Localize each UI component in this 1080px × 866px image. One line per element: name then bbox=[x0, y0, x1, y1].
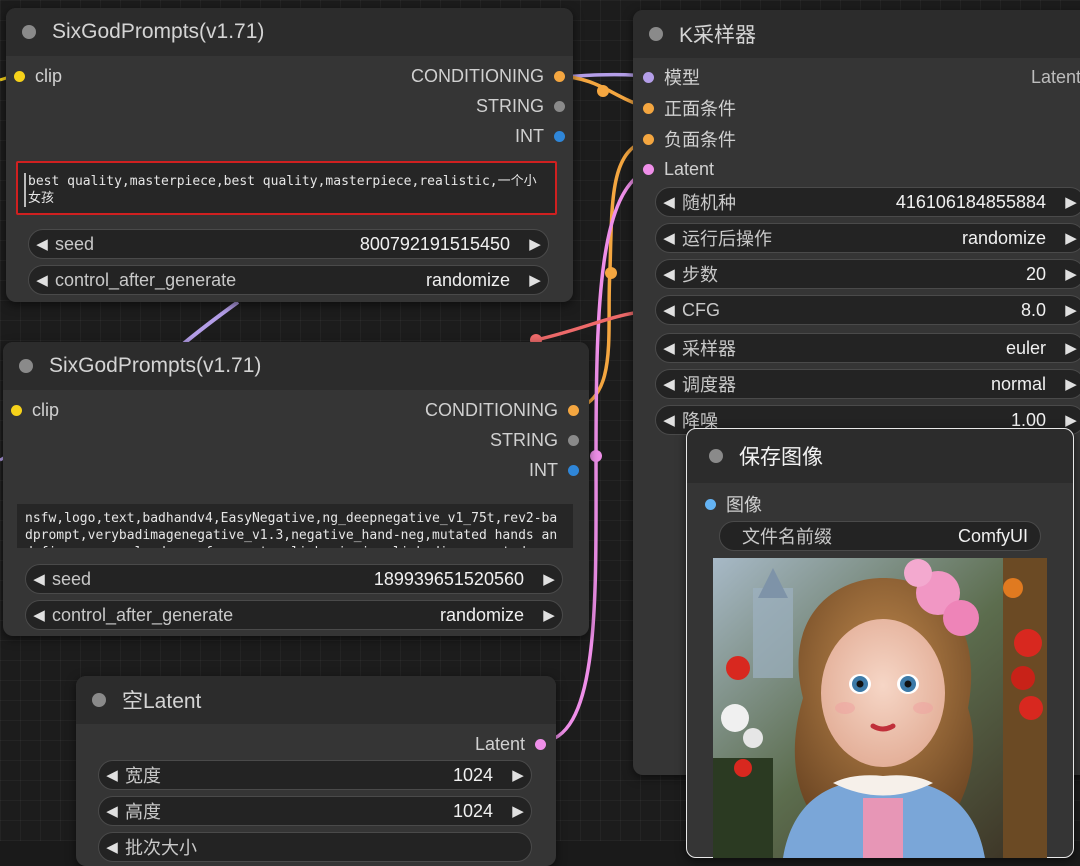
output-int[interactable]: INT bbox=[529, 457, 579, 483]
clip-slot-icon[interactable] bbox=[14, 70, 25, 82]
node-title: 空Latent bbox=[122, 690, 202, 713]
node-title: K采样器 bbox=[679, 24, 757, 47]
input-clip[interactable]: clip bbox=[14, 63, 62, 89]
node-sixgod-negative[interactable]: SixGodPrompts(v1.71) clip CONDITIONING S… bbox=[3, 342, 589, 636]
int-slot-icon[interactable] bbox=[554, 130, 565, 142]
node-title-bar[interactable]: 保存图像 bbox=[687, 429, 1073, 483]
input-image[interactable]: 图像 bbox=[705, 491, 762, 517]
width-widget[interactable]: ◀ 宽度 1024 ▶ bbox=[98, 760, 532, 790]
wire-vae bbox=[535, 310, 641, 342]
node-title: 保存图像 bbox=[739, 446, 823, 469]
latent-slot-icon[interactable] bbox=[535, 738, 546, 750]
input-negative[interactable]: 负面条件 bbox=[643, 126, 736, 152]
collapse-dot-icon[interactable] bbox=[709, 449, 723, 463]
node-title-bar[interactable]: 空Latent bbox=[76, 676, 556, 724]
string-slot-icon[interactable] bbox=[568, 434, 579, 446]
sampler-widget[interactable]: ◀ 采样器 euler ▶ bbox=[655, 333, 1080, 363]
node-title-bar[interactable]: SixGodPrompts(v1.71) bbox=[6, 8, 573, 56]
collapse-dot-icon[interactable] bbox=[19, 359, 33, 373]
node-save-image[interactable]: 保存图像 图像 文件名前缀 ComfyUI bbox=[686, 428, 1074, 858]
input-latent[interactable]: Latent bbox=[643, 156, 714, 182]
decrement-arrow-icon[interactable]: ◀ bbox=[656, 301, 682, 319]
decrement-arrow-icon[interactable]: ◀ bbox=[99, 766, 125, 784]
prompt-textarea[interactable]: best quality,masterpiece,best quality,ma… bbox=[16, 161, 557, 215]
decrement-arrow-icon[interactable]: ◀ bbox=[99, 802, 125, 820]
output-conditioning[interactable]: CONDITIONING bbox=[425, 397, 579, 423]
decrement-arrow-icon[interactable]: ◀ bbox=[656, 265, 682, 283]
wire-clip-link bbox=[180, 300, 240, 347]
increment-arrow-icon[interactable]: ▶ bbox=[1058, 375, 1080, 393]
increment-arrow-icon[interactable]: ▶ bbox=[1058, 265, 1080, 283]
latent-slot-icon[interactable] bbox=[643, 163, 654, 175]
conditioning-slot-icon[interactable] bbox=[643, 102, 654, 114]
collapse-dot-icon[interactable] bbox=[22, 25, 36, 39]
seed-widget[interactable]: ◀ 随机种 416106184855884 ▶ bbox=[655, 187, 1080, 217]
filename-prefix-widget[interactable]: 文件名前缀 ComfyUI bbox=[719, 521, 1041, 551]
increment-arrow-icon[interactable]: ▶ bbox=[1058, 411, 1080, 429]
node-title-bar[interactable]: K采样器 bbox=[633, 10, 1080, 58]
decrement-arrow-icon[interactable]: ◀ bbox=[29, 271, 55, 289]
increment-arrow-icon[interactable]: ▶ bbox=[1058, 229, 1080, 247]
increment-arrow-icon[interactable]: ▶ bbox=[536, 570, 562, 588]
conditioning-slot-icon[interactable] bbox=[643, 133, 654, 145]
scheduler-widget[interactable]: ◀ 调度器 normal ▶ bbox=[655, 369, 1080, 399]
decrement-arrow-icon[interactable]: ◀ bbox=[26, 570, 52, 588]
clip-slot-icon[interactable] bbox=[11, 404, 22, 416]
generated-image-preview[interactable] bbox=[713, 558, 1047, 858]
seed-widget[interactable]: ◀ seed 189939651520560 ▶ bbox=[25, 564, 563, 594]
decrement-arrow-icon[interactable]: ◀ bbox=[656, 193, 682, 211]
conditioning-slot-icon[interactable] bbox=[554, 70, 565, 82]
steps-widget[interactable]: ◀ 步数 20 ▶ bbox=[655, 259, 1080, 289]
output-int[interactable]: INT bbox=[515, 123, 565, 149]
output-latent[interactable]: Latent bbox=[475, 731, 546, 757]
increment-arrow-icon[interactable]: ▶ bbox=[1058, 193, 1080, 211]
collapse-dot-icon[interactable] bbox=[92, 693, 106, 707]
increment-arrow-icon[interactable]: ▶ bbox=[505, 802, 531, 820]
increment-arrow-icon[interactable]: ▶ bbox=[536, 606, 562, 624]
control-after-generate-widget[interactable]: ◀ 运行后操作 randomize ▶ bbox=[655, 223, 1080, 253]
node-title: SixGodPrompts(v1.71) bbox=[49, 354, 262, 377]
input-clip[interactable]: clip bbox=[11, 397, 59, 423]
increment-arrow-icon[interactable]: ▶ bbox=[522, 235, 548, 253]
portrait-image bbox=[713, 558, 1047, 858]
decrement-arrow-icon[interactable]: ◀ bbox=[26, 606, 52, 624]
batch-widget[interactable]: ◀ 批次大小 bbox=[98, 832, 532, 862]
increment-arrow-icon[interactable]: ▶ bbox=[1058, 301, 1080, 319]
string-slot-icon[interactable] bbox=[554, 100, 565, 112]
control-after-generate-widget[interactable]: ◀ control_after_generate randomize ▶ bbox=[25, 600, 563, 630]
increment-arrow-icon[interactable]: ▶ bbox=[1058, 339, 1080, 357]
prompt-textarea[interactable]: nsfw,logo,text,badhandv4,EasyNegative,ng… bbox=[17, 504, 573, 548]
node-sixgod-positive[interactable]: SixGodPrompts(v1.71) clip CONDITIONING S… bbox=[6, 8, 573, 302]
node-title: SixGodPrompts(v1.71) bbox=[52, 20, 265, 43]
output-string[interactable]: STRING bbox=[476, 93, 565, 119]
node-title-bar[interactable]: SixGodPrompts(v1.71) bbox=[3, 342, 589, 390]
output-latent[interactable]: Latent bbox=[1031, 64, 1080, 90]
input-model[interactable]: 模型 bbox=[643, 64, 700, 90]
decrement-arrow-icon[interactable]: ◀ bbox=[656, 229, 682, 247]
int-slot-icon[interactable] bbox=[568, 464, 579, 476]
increment-arrow-icon[interactable]: ▶ bbox=[522, 271, 548, 289]
cfg-widget[interactable]: ◀ CFG 8.0 ▶ bbox=[655, 295, 1080, 325]
decrement-arrow-icon[interactable]: ◀ bbox=[29, 235, 55, 253]
node-empty-latent[interactable]: 空Latent Latent ◀ 宽度 1024 ▶ ◀ 高度 1024 ▶ ◀… bbox=[76, 676, 556, 866]
input-positive[interactable]: 正面条件 bbox=[643, 95, 736, 121]
control-after-generate-widget[interactable]: ◀ control_after_generate randomize ▶ bbox=[28, 265, 549, 295]
output-string[interactable]: STRING bbox=[490, 427, 579, 453]
decrement-arrow-icon[interactable]: ◀ bbox=[656, 339, 682, 357]
seed-widget[interactable]: ◀ seed 800792191515450 ▶ bbox=[28, 229, 549, 259]
collapse-dot-icon[interactable] bbox=[649, 27, 663, 41]
model-slot-icon[interactable] bbox=[643, 71, 654, 83]
output-conditioning[interactable]: CONDITIONING bbox=[411, 63, 565, 89]
decrement-arrow-icon[interactable]: ◀ bbox=[656, 411, 682, 429]
image-slot-icon[interactable] bbox=[705, 498, 716, 510]
increment-arrow-icon[interactable]: ▶ bbox=[505, 766, 531, 784]
decrement-arrow-icon[interactable]: ◀ bbox=[656, 375, 682, 393]
height-widget[interactable]: ◀ 高度 1024 ▶ bbox=[98, 796, 532, 826]
conditioning-slot-icon[interactable] bbox=[568, 404, 579, 416]
